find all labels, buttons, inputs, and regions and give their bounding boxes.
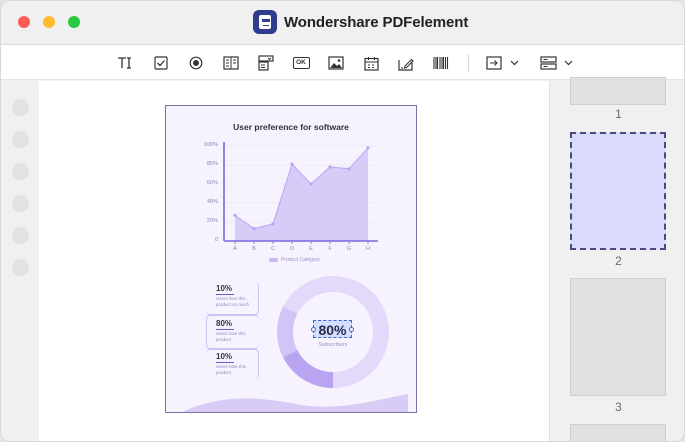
x-tick-label: A bbox=[233, 246, 237, 252]
data-point bbox=[309, 182, 313, 186]
page-footer-wave bbox=[182, 394, 408, 412]
document-canvas: User preference for software 100% 80% 60… bbox=[39, 81, 549, 441]
barcode-button[interactable] bbox=[431, 53, 451, 73]
data-point bbox=[252, 227, 256, 231]
x-tick-label: H bbox=[366, 246, 370, 252]
sidebar-placeholder-button[interactable] bbox=[12, 195, 29, 212]
list-box-button[interactable] bbox=[221, 53, 241, 73]
stat-description: Users love this product bbox=[216, 331, 246, 342]
button-field-button[interactable]: OK bbox=[291, 53, 311, 73]
x-tick-label: E bbox=[309, 246, 313, 252]
stat-description: Users hate this product bbox=[216, 364, 247, 375]
radio-button-button[interactable] bbox=[186, 53, 206, 73]
data-point bbox=[233, 213, 237, 217]
barcode-icon bbox=[433, 56, 449, 70]
minimize-window-button[interactable] bbox=[43, 16, 55, 28]
y-tick-label: 80% bbox=[206, 161, 218, 167]
title-bar: Wondershare PDFelement bbox=[1, 1, 684, 44]
page-thumbnail[interactable] bbox=[570, 77, 666, 105]
date-field-icon bbox=[363, 56, 379, 71]
checkbox-icon bbox=[154, 56, 168, 70]
pdf-page: User preference for software 100% 80% 60… bbox=[165, 105, 417, 413]
date-field-button[interactable] bbox=[361, 53, 381, 73]
page-number: 1 bbox=[615, 107, 622, 121]
chart-title: User preference for software bbox=[233, 122, 349, 132]
sidebar-placeholder-button[interactable] bbox=[12, 227, 29, 244]
sidebar-placeholder-button[interactable] bbox=[12, 259, 29, 276]
signature-field-button[interactable] bbox=[396, 53, 416, 73]
window-title: Wondershare PDFelement bbox=[284, 14, 469, 31]
page-thumbnails-panel: 1 2 3 bbox=[549, 77, 684, 441]
data-point bbox=[347, 167, 351, 171]
app-window: Wondershare PDFelement OK User preferenc… bbox=[0, 0, 685, 442]
sidebar-placeholder-button[interactable] bbox=[12, 163, 29, 180]
align-dropdown-icon bbox=[486, 56, 520, 70]
toolbar-divider bbox=[468, 54, 469, 72]
data-point bbox=[290, 162, 294, 166]
donut-value-text-box[interactable]: 80% bbox=[311, 320, 354, 338]
distribute-dropdown-button[interactable] bbox=[539, 53, 575, 73]
x-tick-label: F bbox=[328, 246, 332, 252]
series-area bbox=[235, 147, 368, 241]
sidebar-placeholder-button[interactable] bbox=[12, 131, 29, 148]
donut-label: Subscribers bbox=[318, 342, 348, 348]
left-sidebar bbox=[1, 81, 39, 441]
donut-value: 80% bbox=[318, 322, 347, 338]
x-tick-label: D bbox=[290, 246, 294, 252]
form-toolbar: OK bbox=[1, 44, 684, 80]
image-field-button[interactable] bbox=[326, 53, 346, 73]
x-tick-label: G bbox=[346, 246, 352, 252]
button-icon: OK bbox=[292, 57, 310, 69]
distribute-dropdown-icon bbox=[540, 56, 574, 70]
checkbox-button[interactable] bbox=[151, 53, 171, 73]
page-thumbnail[interactable] bbox=[570, 278, 666, 396]
x-tick-label: B bbox=[252, 246, 256, 252]
text-field-button[interactable] bbox=[116, 53, 136, 73]
close-window-button[interactable] bbox=[18, 16, 30, 28]
resize-handle[interactable] bbox=[349, 327, 354, 332]
page-number: 3 bbox=[615, 400, 622, 414]
zoom-window-button[interactable] bbox=[68, 16, 80, 28]
page-number: 2 bbox=[615, 254, 622, 268]
combo-box-button[interactable] bbox=[256, 53, 276, 73]
signature-field-icon bbox=[398, 56, 414, 71]
sidebar-placeholder-button[interactable] bbox=[12, 99, 29, 116]
y-tick-label: 20% bbox=[206, 218, 218, 224]
resize-handle[interactable] bbox=[311, 327, 316, 332]
y-tick-label: 0 bbox=[214, 237, 218, 243]
combo-box-icon bbox=[258, 55, 274, 71]
pdfelement-logo-icon bbox=[253, 10, 277, 34]
data-point bbox=[271, 222, 275, 226]
y-tick-label: 40% bbox=[206, 199, 218, 205]
text-field-icon bbox=[117, 56, 135, 70]
image-field-icon bbox=[328, 56, 344, 70]
stat-value: 80% bbox=[216, 319, 235, 330]
data-point bbox=[328, 165, 332, 169]
stat-value: 10% bbox=[216, 352, 235, 363]
y-tick-label: 60% bbox=[206, 180, 218, 186]
chart-legend: Product Category bbox=[269, 257, 320, 263]
align-dropdown-button[interactable] bbox=[485, 53, 521, 73]
page-thumbnail[interactable] bbox=[570, 424, 666, 441]
data-point bbox=[366, 146, 370, 150]
stat-value: 10% bbox=[216, 284, 235, 295]
y-tick-label: 100% bbox=[203, 142, 218, 148]
stat-description: Users love this product so much bbox=[216, 296, 250, 307]
x-tick-label: C bbox=[271, 246, 275, 252]
list-box-icon bbox=[223, 56, 239, 70]
page-thumbnail-selected[interactable] bbox=[570, 132, 666, 250]
radio-button-icon bbox=[189, 56, 203, 70]
